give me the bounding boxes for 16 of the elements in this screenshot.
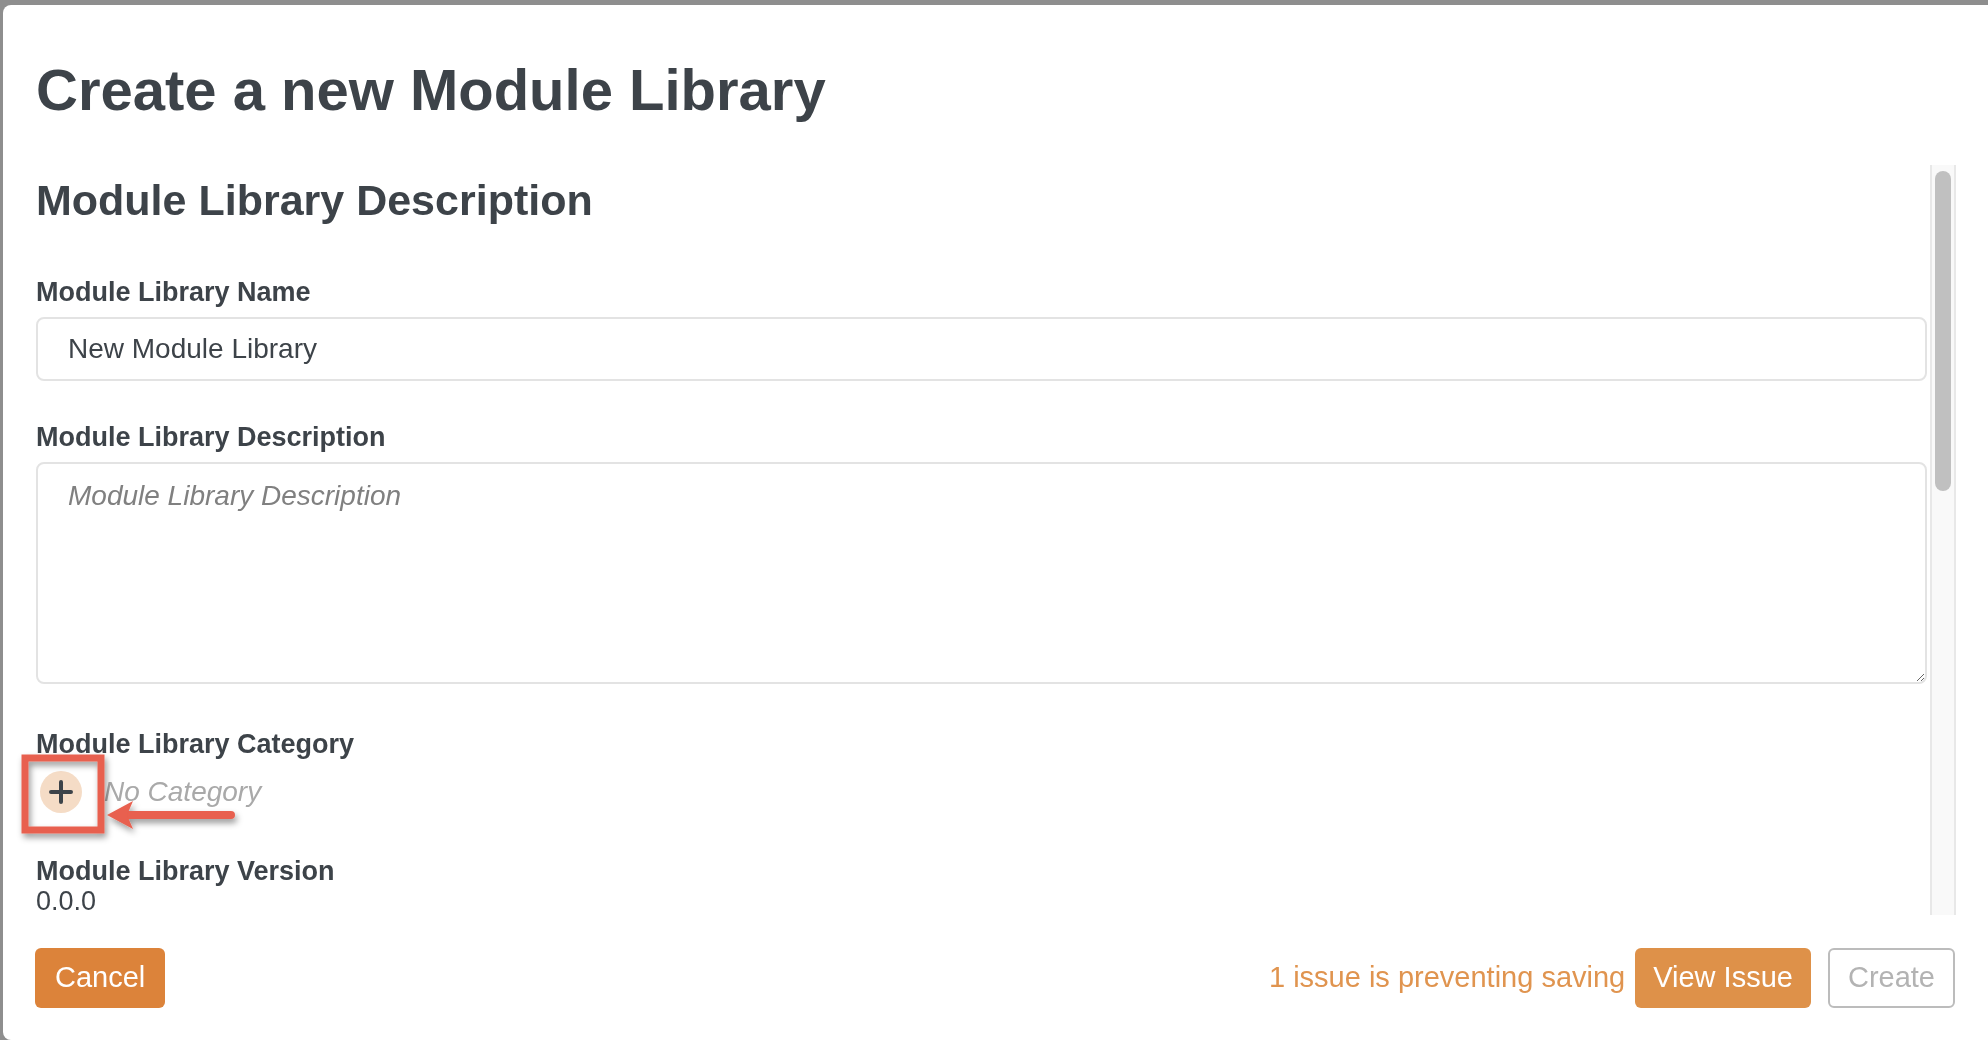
- dialog-title: Create a new Module Library: [35, 56, 827, 124]
- view-issue-button[interactable]: View Issue: [1635, 947, 1811, 1008]
- cancel-button[interactable]: Cancel: [35, 947, 166, 1008]
- field-label: Module Library Name: [36, 277, 312, 308]
- add-category-button[interactable]: [40, 771, 82, 813]
- version-value: 0.0.0: [36, 887, 97, 915]
- scrollbar-thumb[interactable]: [1935, 171, 1951, 491]
- field-label: Module Library Version: [36, 856, 336, 887]
- field-label: Module Library Description: [36, 422, 387, 453]
- issue-message: 1 issue is preventing saving: [1268, 961, 1626, 994]
- input-field[interactable]: New Module Library: [36, 317, 1927, 381]
- plus-icon: [49, 780, 73, 804]
- section-heading: Module Library Description: [36, 175, 594, 226]
- field-label: Module Library Category: [36, 729, 356, 760]
- scrollbar[interactable]: [1930, 165, 1956, 915]
- description-field[interactable]: Module Library Description: [36, 462, 1927, 684]
